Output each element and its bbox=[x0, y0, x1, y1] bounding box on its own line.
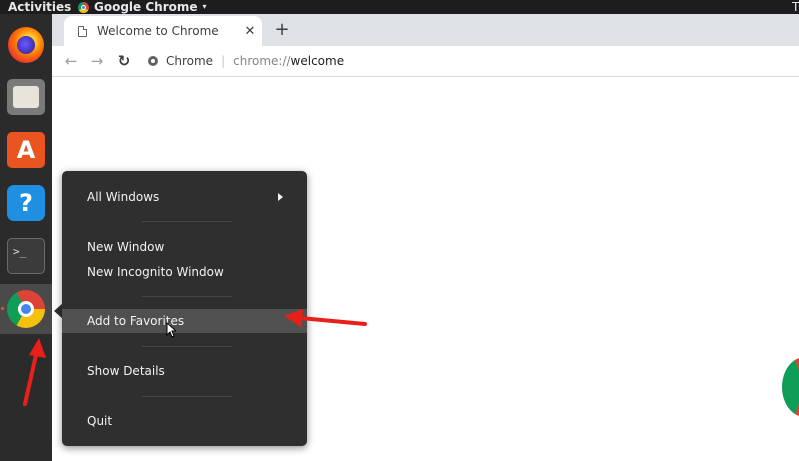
running-indicator bbox=[1, 307, 4, 310]
chrome-icon bbox=[78, 1, 89, 13]
address-separator: | bbox=[221, 54, 226, 68]
firefox-icon bbox=[8, 27, 44, 63]
reload-button[interactable]: ↻ bbox=[113, 50, 135, 72]
menu-item-new-window[interactable]: New Window bbox=[62, 235, 307, 259]
menu-separator bbox=[142, 221, 232, 222]
menu-item-show-details[interactable]: Show Details bbox=[62, 359, 307, 383]
tab-title: Welcome to Chrome bbox=[97, 24, 219, 38]
menu-item-quit[interactable]: Quit bbox=[62, 409, 307, 433]
mouse-cursor-icon bbox=[166, 322, 176, 338]
menu-item-all-windows[interactable]: All Windows bbox=[62, 185, 307, 209]
tab-strip: Welcome to Chrome ✕ + bbox=[52, 14, 799, 46]
menu-item-label: New Incognito Window bbox=[87, 265, 224, 279]
files-icon bbox=[7, 79, 45, 115]
menu-item-label: Quit bbox=[87, 414, 113, 428]
site-name: Chrome bbox=[166, 54, 214, 68]
back-button[interactable]: ← bbox=[60, 50, 82, 72]
software-icon: A bbox=[7, 132, 45, 168]
chevron-right-icon bbox=[278, 193, 283, 201]
chevron-down-icon: ▾ bbox=[202, 2, 207, 11]
dock-context-menu: All Windows New Window New Incognito Win… bbox=[62, 171, 307, 446]
menu-item-new-incognito-window[interactable]: New Incognito Window bbox=[62, 260, 307, 284]
help-icon: ? bbox=[7, 185, 45, 221]
menu-item-label: Show Details bbox=[87, 364, 165, 378]
tab-welcome[interactable]: Welcome to Chrome ✕ bbox=[64, 16, 262, 46]
menu-separator bbox=[142, 346, 232, 347]
menu-item-label: All Windows bbox=[87, 190, 160, 204]
address-bar[interactable]: Chrome | chrome://welcome bbox=[148, 50, 799, 72]
menu-item-label: New Window bbox=[87, 240, 165, 254]
chrome-logo-fragment bbox=[782, 357, 799, 417]
menu-separator bbox=[142, 396, 232, 397]
chrome-icon bbox=[7, 290, 45, 328]
page-icon bbox=[78, 25, 87, 37]
url-host: welcome bbox=[290, 54, 345, 68]
dock-item-firefox[interactable] bbox=[0, 20, 52, 70]
forward-button[interactable]: → bbox=[86, 50, 108, 72]
app-menu[interactable]: Google Chrome ▾ bbox=[78, 0, 207, 14]
url-scheme: chrome:// bbox=[233, 54, 291, 68]
site-info-icon[interactable] bbox=[148, 56, 158, 66]
dock-item-files[interactable] bbox=[0, 72, 52, 122]
dock-item-help[interactable]: ? bbox=[0, 178, 52, 228]
menu-item-add-to-favorites[interactable]: Add to Favorites bbox=[62, 309, 307, 333]
dock-item-ubuntu-software[interactable]: A bbox=[0, 125, 52, 175]
app-menu-label: Google Chrome bbox=[94, 0, 198, 14]
top-panel: Activities Google Chrome ▾ T bbox=[0, 0, 799, 14]
dock-item-chrome[interactable] bbox=[0, 284, 52, 334]
activities-button[interactable]: Activities bbox=[8, 0, 71, 14]
dock: A ? >_ bbox=[0, 14, 52, 461]
browser-toolbar: ← → ↻ Chrome | chrome://welcome bbox=[52, 46, 799, 77]
menu-separator bbox=[142, 296, 232, 297]
terminal-icon: >_ bbox=[7, 238, 45, 274]
close-icon[interactable]: ✕ bbox=[238, 24, 262, 39]
dock-item-terminal[interactable]: >_ bbox=[0, 231, 52, 281]
clock-fragment[interactable]: T bbox=[792, 0, 799, 14]
new-tab-button[interactable]: + bbox=[272, 20, 292, 40]
